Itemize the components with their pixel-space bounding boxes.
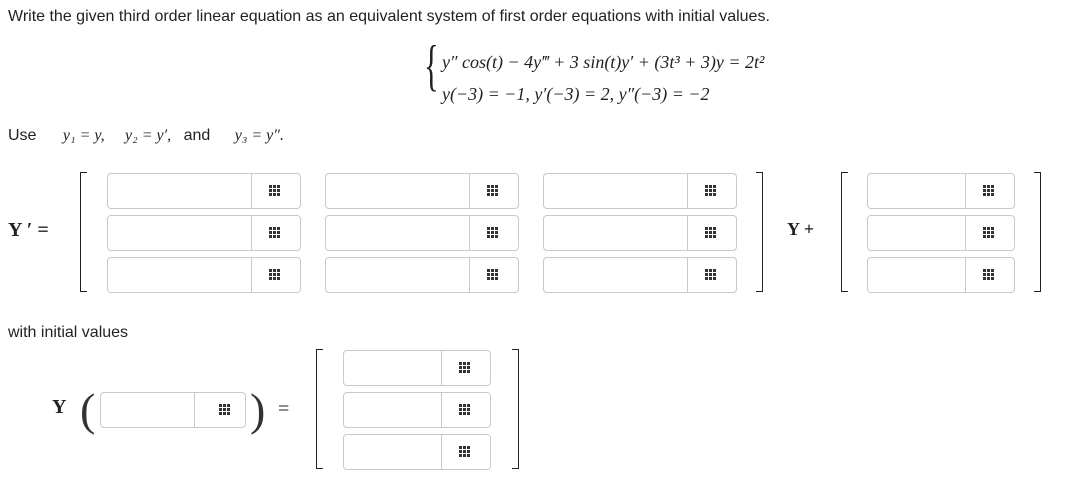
matrix-a-cell-r3c1-field[interactable] bbox=[107, 257, 301, 293]
and-label: and bbox=[183, 127, 211, 144]
matrix-a-cell-r1c2-input[interactable] bbox=[326, 174, 470, 208]
initial-vector-cell-2-input[interactable] bbox=[344, 393, 442, 427]
matrix-a-cell-r1c2-field[interactable] bbox=[325, 173, 519, 209]
vector-b-right-bracket bbox=[1034, 172, 1041, 292]
matrix-a-cell-r2c1-field[interactable] bbox=[107, 215, 301, 251]
matrix-grid-icon[interactable] bbox=[487, 227, 501, 239]
matrix-grid-icon[interactable] bbox=[459, 404, 473, 416]
vector-b-cell-2-field[interactable] bbox=[867, 215, 1015, 251]
initial-vector-cell-2-field[interactable] bbox=[343, 392, 491, 428]
vector-b-cell-2-input[interactable] bbox=[868, 216, 966, 250]
matrix-grid-icon[interactable] bbox=[487, 269, 501, 281]
matrix-a-cell-r3c2-field[interactable] bbox=[325, 257, 519, 293]
matrix-right-bracket bbox=[756, 172, 763, 292]
matrix-left-bracket bbox=[80, 172, 87, 292]
matrix-a-cell-r1c1-input[interactable] bbox=[108, 174, 252, 208]
matrix-a-cell-r1c1-field[interactable] bbox=[107, 173, 301, 209]
matrix-grid-icon[interactable] bbox=[487, 185, 501, 197]
initial-values-label: with initial values bbox=[8, 324, 129, 341]
equation-system: { y″ cos(t) − 4y‴ + 3 sin(t)y′ + (3t³ + … bbox=[424, 38, 884, 114]
matrix-a-cell-r3c1-input[interactable] bbox=[108, 258, 252, 292]
ode-equation: y″ cos(t) − 4y‴ + 3 sin(t)y′ + (3t³ + 3)… bbox=[442, 52, 765, 72]
matrix-grid-icon[interactable] bbox=[269, 227, 283, 239]
initial-vector-left-bracket bbox=[316, 349, 323, 469]
matrix-a-cell-r3c2-input[interactable] bbox=[326, 258, 470, 292]
initial-vector-cell-1-field[interactable] bbox=[343, 350, 491, 386]
initial-conditions: y(−3) = −1, y′(−3) = 2, y″(−3) = −2 bbox=[442, 84, 710, 104]
matrix-a-cell-r2c1-input[interactable] bbox=[108, 216, 252, 250]
matrix-a-cell-r2c3-field[interactable] bbox=[543, 215, 737, 251]
matrix-grid-icon[interactable] bbox=[459, 446, 473, 458]
initial-vector-cell-1-input[interactable] bbox=[344, 351, 442, 385]
matrix-a-cell-r1c3-input[interactable] bbox=[544, 174, 688, 208]
initial-vector-cell-3-input[interactable] bbox=[344, 435, 442, 469]
matrix-a-cell-r2c2-input[interactable] bbox=[326, 216, 470, 250]
substitution-line: Use y₁ = y, y₂ = y′, and y₃ = y″. bbox=[8, 127, 292, 145]
matrix-a-cell-r2c2-field[interactable] bbox=[325, 215, 519, 251]
matrix-grid-icon[interactable] bbox=[705, 185, 719, 197]
matrix-grid-icon[interactable] bbox=[983, 227, 997, 239]
y-prime-label: Y ′ = bbox=[8, 219, 49, 241]
y-plus-label: Y + bbox=[787, 219, 815, 239]
y3-def: y₃ = y″. bbox=[234, 127, 284, 144]
right-paren: ) bbox=[250, 384, 266, 435]
initial-arg-input[interactable] bbox=[101, 393, 195, 427]
left-paren: ( bbox=[80, 384, 96, 435]
matrix-grid-icon[interactable] bbox=[983, 185, 997, 197]
y2-def: y₂ = y′, bbox=[125, 127, 172, 144]
left-brace: { bbox=[424, 35, 439, 97]
matrix-a-cell-r2c3-input[interactable] bbox=[544, 216, 688, 250]
initial-equals: = bbox=[278, 398, 290, 420]
matrix-grid-icon[interactable] bbox=[269, 185, 283, 197]
matrix-grid-icon[interactable] bbox=[705, 269, 719, 281]
matrix-a-cell-r3c3-field[interactable] bbox=[543, 257, 737, 293]
matrix-grid-icon[interactable] bbox=[983, 269, 997, 281]
matrix-grid-icon[interactable] bbox=[269, 269, 283, 281]
vector-b-cell-3-field[interactable] bbox=[867, 257, 1015, 293]
initial-vector-right-bracket bbox=[512, 349, 519, 469]
use-label: Use bbox=[8, 127, 37, 144]
initial-arg-field[interactable] bbox=[100, 392, 246, 428]
matrix-a-cell-r3c3-input[interactable] bbox=[544, 258, 688, 292]
initial-vector-cell-3-field[interactable] bbox=[343, 434, 491, 470]
vector-b-cell-1-field[interactable] bbox=[867, 173, 1015, 209]
y1-def: y₁ = y, bbox=[62, 127, 105, 144]
matrix-grid-icon[interactable] bbox=[705, 227, 719, 239]
vector-b-cell-1-input[interactable] bbox=[868, 174, 966, 208]
problem-prompt: Write the given third order linear equat… bbox=[8, 8, 770, 25]
matrix-a-cell-r1c3-field[interactable] bbox=[543, 173, 737, 209]
matrix-grid-icon[interactable] bbox=[459, 362, 473, 374]
vector-b-left-bracket bbox=[841, 172, 848, 292]
vector-b-cell-3-input[interactable] bbox=[868, 258, 966, 292]
initial-y-label: Y bbox=[52, 396, 67, 418]
matrix-grid-icon[interactable] bbox=[219, 404, 233, 416]
